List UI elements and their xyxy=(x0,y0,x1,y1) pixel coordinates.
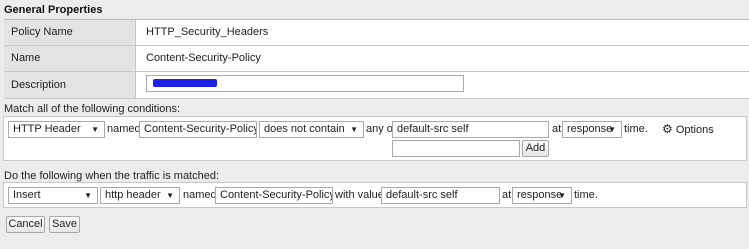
description-label: Description xyxy=(4,72,136,98)
description-input[interactable] xyxy=(146,75,464,92)
action-target-select[interactable]: http header ▼ xyxy=(100,187,180,204)
options-label: Options xyxy=(675,124,714,136)
named-label: named xyxy=(107,123,141,135)
name-label: Name xyxy=(4,46,136,71)
general-properties-table: Policy Name HTTP_Security_Headers Name C… xyxy=(4,19,749,99)
condition-at-value: response xyxy=(567,123,613,135)
save-button[interactable]: Save xyxy=(49,216,80,233)
condition-type-select[interactable]: HTTP Header ▼ xyxy=(8,121,105,138)
chevron-down-icon: ▼ xyxy=(84,191,92,200)
action-value-input[interactable]: default-src self xyxy=(381,187,500,204)
add-button[interactable]: Add xyxy=(522,140,549,157)
policy-name-row: Policy Name HTTP_Security_Headers xyxy=(4,20,749,46)
conditions-panel: HTTP Header ▼ named Content-Security-Pol… xyxy=(3,116,747,161)
at-label: at xyxy=(552,123,562,135)
action-value: Insert xyxy=(13,189,41,201)
chevron-down-icon: ▼ xyxy=(558,191,566,200)
name-value: Content-Security-Policy xyxy=(146,52,261,64)
policy-name-label: Policy Name xyxy=(4,20,136,45)
options-link[interactable]: ⚙ Options xyxy=(662,121,714,139)
with-value-label: with value xyxy=(335,189,384,201)
action-select[interactable]: Insert ▼ xyxy=(8,187,98,204)
time-label: time. xyxy=(574,189,598,201)
chevron-down-icon: ▼ xyxy=(166,191,174,200)
action-header-name-input[interactable]: Content-Security-Policy xyxy=(215,187,333,204)
chevron-down-icon: ▼ xyxy=(91,125,99,134)
condition-type-value: HTTP Header xyxy=(13,123,81,135)
actions-panel: Insert ▼ http header ▼ named Content-Sec… xyxy=(3,182,747,208)
policy-name-value: HTTP_Security_Headers xyxy=(146,26,269,38)
at-label: at xyxy=(502,189,512,201)
action-at-value: response xyxy=(517,189,563,201)
condition-value-input[interactable]: default-src self xyxy=(392,121,549,138)
description-row: Description xyxy=(4,72,749,99)
time-label: time. xyxy=(624,123,648,135)
named-label: named xyxy=(183,189,217,201)
action-target-value: http header xyxy=(105,189,161,201)
section-title-general-properties: General Properties xyxy=(4,4,103,16)
operator-select[interactable]: does not contain ▼ xyxy=(259,121,364,138)
actions-heading: Do the following when the traffic is mat… xyxy=(4,170,220,182)
action-at-select[interactable]: response ▼ xyxy=(512,187,572,204)
chevron-down-icon: ▼ xyxy=(608,125,616,134)
condition-at-select[interactable]: response ▼ xyxy=(562,121,622,138)
chevron-down-icon: ▼ xyxy=(350,125,358,134)
redacted-mark xyxy=(153,79,217,87)
name-row: Name Content-Security-Policy xyxy=(4,46,749,72)
cancel-button[interactable]: Cancel xyxy=(6,216,45,233)
conditions-heading: Match all of the following conditions: xyxy=(4,103,181,115)
gear-icon: ⚙ xyxy=(662,122,673,136)
operator-value: does not contain xyxy=(264,123,345,135)
new-value-input[interactable] xyxy=(392,140,520,157)
header-name-input[interactable]: Content-Security-Policy xyxy=(139,121,257,138)
